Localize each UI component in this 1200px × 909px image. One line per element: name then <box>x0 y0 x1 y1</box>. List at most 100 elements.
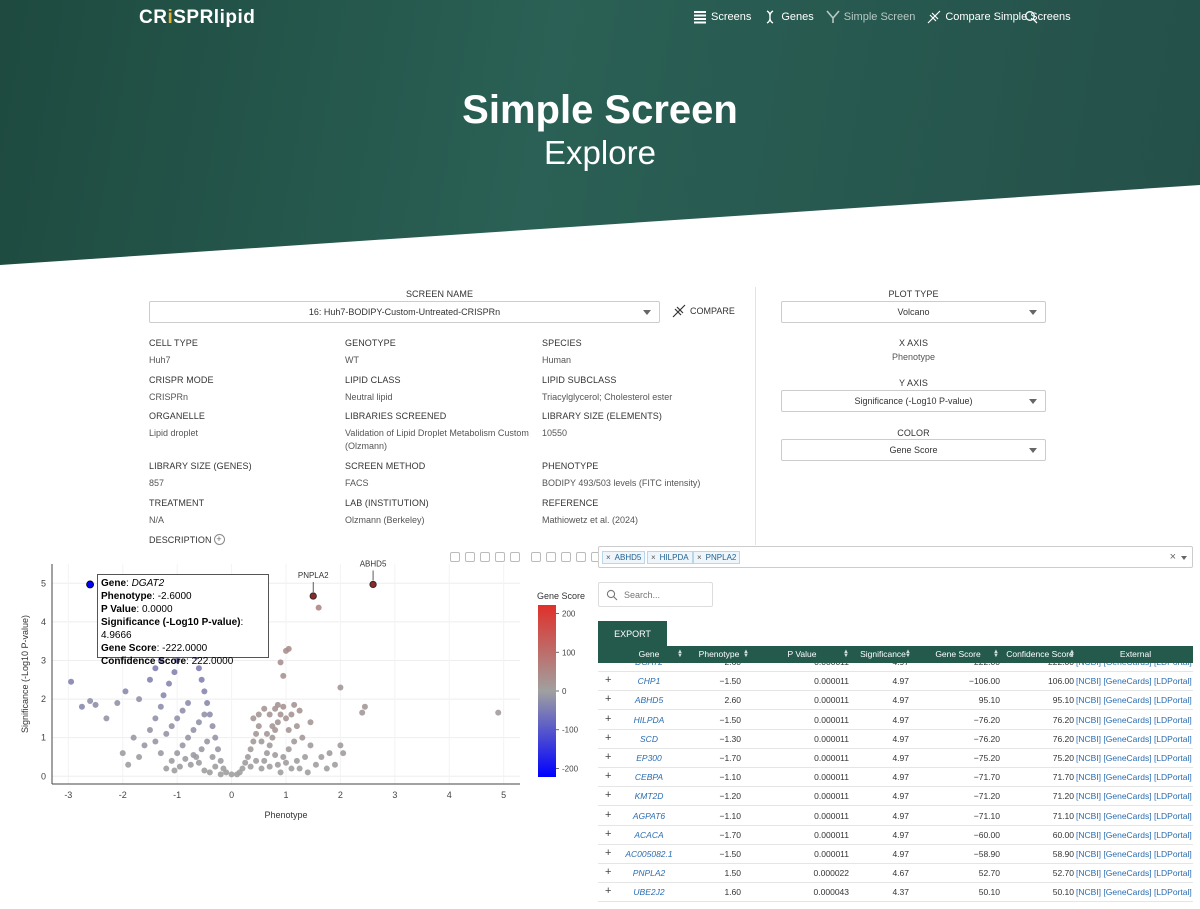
data-point[interactable] <box>315 604 322 611</box>
close-icon[interactable]: × <box>606 553 611 562</box>
data-point[interactable] <box>293 723 300 730</box>
gene-filter[interactable]: × ABHD5 × HILPDA × PNPLA2 × <box>598 546 1193 568</box>
nav-screens[interactable]: Screens <box>693 10 751 24</box>
data-point[interactable] <box>87 698 94 705</box>
data-point[interactable] <box>168 723 175 730</box>
data-point[interactable] <box>318 753 325 760</box>
data-point[interactable] <box>168 757 175 764</box>
data-point[interactable] <box>209 723 216 730</box>
external-links[interactable]: [NCBI] [GeneCards] [LDPortal] <box>1076 711 1193 730</box>
data-point[interactable] <box>269 723 276 730</box>
expand-icon[interactable]: + <box>605 807 611 826</box>
data-point[interactable] <box>92 701 99 708</box>
table-row[interactable]: + AGPAT6 −1.10 0.000011 4.97 −71.10 71.10 [NCBI… <box>598 807 1193 826</box>
data-point[interactable] <box>195 759 202 766</box>
table-row[interactable]: + CEBPA −1.10 0.000011 4.97 −71.70 71.70 [NCBI]… <box>598 768 1193 788</box>
table-row[interactable]: + EP300 −1.70 0.000011 4.97 −75.20 75.20 [NCBI]… <box>598 749 1193 768</box>
data-point[interactable] <box>201 711 208 718</box>
gene-link[interactable]: ABHD5 <box>612 691 686 710</box>
table-row[interactable]: + AC005082.1 −1.50 0.000011 4.97 −58.90 58.90[… <box>598 845 1193 864</box>
data-point[interactable] <box>277 659 284 666</box>
table-row[interactable]: + KMT2D −1.20 0.000011 4.97 −71.20 71.20 [NCBI]… <box>598 787 1193 807</box>
data-point[interactable] <box>171 669 178 676</box>
data-point[interactable] <box>285 746 292 753</box>
data-point[interactable] <box>247 763 254 770</box>
table-row[interactable]: + ABHD5 2.60 0.000011 4.97 95.10 95.10 [NCBI] [… <box>598 691 1193 711</box>
screen-name-select[interactable]: 16: Huh7-BODIPY-Custom-Untreated-CRISPRn <box>149 301 660 323</box>
external-links[interactable]: [NCBI] [GeneCards] [LDPortal] <box>1076 807 1193 826</box>
data-point[interactable] <box>136 696 143 703</box>
data-point[interactable] <box>185 734 192 741</box>
data-point[interactable] <box>337 742 344 749</box>
expand-icon[interactable]: + <box>605 691 611 710</box>
data-point[interactable] <box>261 705 268 712</box>
external-links[interactable]: [NCBI] [GeneCards] [LDPortal] <box>1076 845 1193 864</box>
data-point[interactable] <box>293 757 300 764</box>
data-point[interactable] <box>171 767 178 774</box>
table-row[interactable]: + PNPLA2 1.50 0.000022 4.67 52.70 52.70 [NCBI] … <box>598 864 1193 884</box>
data-point[interactable] <box>266 742 273 749</box>
data-point[interactable] <box>274 719 281 726</box>
data-point[interactable] <box>204 738 211 745</box>
data-point[interactable] <box>239 765 246 772</box>
col-gene-score[interactable]: Gene Score ▲ ▼ <box>914 646 1002 663</box>
gene-link[interactable]: ACACA <box>612 826 686 845</box>
data-point[interactable] <box>277 769 284 776</box>
data-point[interactable] <box>299 734 306 741</box>
data-point[interactable] <box>152 715 159 722</box>
data-point[interactable] <box>291 738 298 745</box>
data-point[interactable] <box>212 734 219 741</box>
data-point[interactable] <box>179 742 186 749</box>
data-point[interactable] <box>272 705 279 712</box>
data-point[interactable] <box>201 767 208 774</box>
data-point[interactable] <box>258 765 265 772</box>
expand-icon[interactable]: + <box>605 711 611 730</box>
data-point[interactable] <box>130 734 137 741</box>
data-point[interactable] <box>179 707 186 714</box>
annotated-point[interactable] <box>309 592 317 600</box>
data-point[interactable] <box>187 761 194 768</box>
data-point[interactable] <box>214 746 221 753</box>
data-point[interactable] <box>280 753 287 760</box>
external-links[interactable]: [NCBI] [GeneCards] [LDPortal] <box>1076 787 1193 806</box>
data-point[interactable] <box>326 750 333 757</box>
expand-icon[interactable]: + <box>605 864 611 883</box>
gene-link[interactable]: CEBPA <box>612 768 686 787</box>
data-point[interactable] <box>296 765 303 772</box>
data-point[interactable] <box>217 757 224 764</box>
data-point[interactable] <box>146 726 153 733</box>
data-point[interactable] <box>280 672 287 679</box>
data-point[interactable] <box>209 753 216 760</box>
data-point[interactable] <box>201 688 208 695</box>
data-point[interactable] <box>296 707 303 714</box>
expand-icon[interactable]: + <box>605 768 611 787</box>
data-point[interactable] <box>285 726 292 733</box>
nav-compare[interactable]: Compare Simple Screens <box>927 10 1071 24</box>
data-point[interactable] <box>190 752 197 759</box>
external-links[interactable]: [NCBI] [GeneCards] [LDPortal] <box>1076 826 1193 845</box>
data-point[interactable] <box>136 753 143 760</box>
data-point[interactable] <box>283 715 289 722</box>
gene-link[interactable]: AGPAT6 <box>612 807 686 826</box>
external-links[interactable]: [NCBI] [GeneCards] [LDPortal] <box>1076 749 1193 768</box>
expand-icon[interactable]: + <box>605 845 611 864</box>
external-links[interactable]: [NCBI] [GeneCards] [LDPortal] <box>1076 768 1193 787</box>
data-point[interactable] <box>119 750 126 757</box>
data-point[interactable] <box>261 757 268 764</box>
description-toggle[interactable]: DESCRIPTION + <box>149 534 225 545</box>
data-point[interactable] <box>266 711 273 718</box>
close-icon[interactable]: × <box>697 553 702 562</box>
gene-link[interactable]: CHP1 <box>612 672 686 691</box>
data-point[interactable] <box>269 734 276 741</box>
data-point[interactable] <box>250 738 257 745</box>
data-point[interactable] <box>312 761 319 768</box>
data-point[interactable] <box>195 719 202 726</box>
filter-chip[interactable]: × HILPDA <box>647 551 693 564</box>
data-point[interactable] <box>228 771 235 778</box>
data-point[interactable] <box>223 769 230 776</box>
data-point[interactable] <box>190 726 197 733</box>
data-point[interactable] <box>247 746 254 753</box>
data-point[interactable] <box>204 699 211 706</box>
col-phenotype[interactable]: Phenotype ▲ ▼ <box>686 646 752 663</box>
data-point[interactable] <box>78 703 85 710</box>
